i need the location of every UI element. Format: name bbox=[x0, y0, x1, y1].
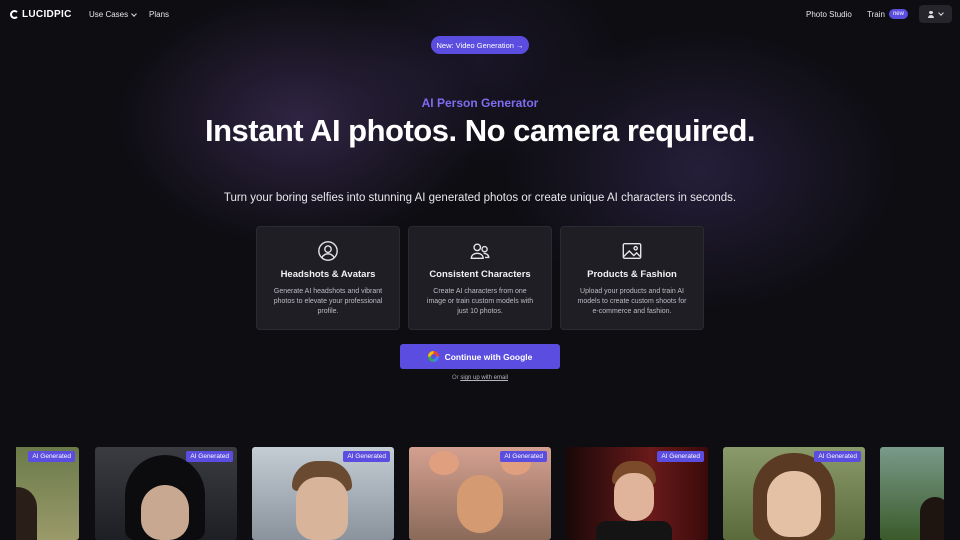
feature-card-products: Products & Fashion Upload your products … bbox=[560, 226, 704, 330]
image-icon bbox=[622, 242, 642, 260]
feature-card-headshots: Headshots & Avatars Generate AI headshot… bbox=[256, 226, 400, 330]
nav-use-cases-label: Use Cases bbox=[89, 10, 129, 19]
gallery-tile[interactable]: AI Generated bbox=[409, 447, 551, 540]
continue-with-google-button[interactable]: Continue with Google bbox=[400, 344, 560, 369]
announcement-pill[interactable]: New: Video Generation → bbox=[431, 36, 529, 54]
nav-photo-studio[interactable]: Photo Studio bbox=[806, 10, 852, 19]
gallery-face bbox=[296, 477, 348, 540]
gallery-face bbox=[614, 473, 654, 521]
gallery-tile[interactable]: AI Generated bbox=[16, 447, 79, 540]
hero-subhead: Turn your boring selfies into stunning A… bbox=[223, 192, 737, 204]
feature-title: Headshots & Avatars bbox=[280, 269, 376, 280]
ai-generated-badge: AI Generated bbox=[186, 451, 233, 462]
feature-desc: Generate AI headshots and vibrant photos… bbox=[273, 288, 383, 315]
hero-eyebrow: AI Person Generator bbox=[421, 96, 539, 110]
user-menu-button[interactable] bbox=[919, 5, 952, 23]
chevron-down-icon bbox=[938, 10, 944, 16]
feature-title: Consistent Characters bbox=[429, 269, 531, 280]
ai-generated-badge: AI Generated bbox=[28, 451, 75, 462]
ai-generated-badge: AI Generated bbox=[814, 451, 861, 462]
nav-train-label: Train bbox=[867, 9, 885, 19]
email-signup-prefix: Or bbox=[451, 375, 459, 381]
gallery-person-silhouette bbox=[920, 497, 944, 540]
top-nav: LUCIDPIC Use Cases Plans Photo Studio Tr… bbox=[0, 0, 960, 30]
sign-up-with-email-link[interactable]: sign up with email bbox=[460, 375, 508, 381]
user-icon bbox=[928, 10, 934, 18]
feature-cards: Headshots & Avatars Generate AI headshot… bbox=[256, 226, 704, 330]
nav-plans-label: Plans bbox=[149, 10, 170, 19]
chevron-down-icon bbox=[131, 10, 137, 17]
new-badge: new bbox=[888, 9, 908, 19]
gallery-tile[interactable]: AI Generated bbox=[723, 447, 865, 540]
user-circle-icon bbox=[318, 241, 338, 261]
gallery-tile[interactable]: AI Generated bbox=[252, 447, 394, 540]
gallery-tile[interactable] bbox=[880, 447, 944, 540]
gallery-face bbox=[457, 475, 503, 533]
users-icon bbox=[470, 243, 490, 260]
nav-use-cases[interactable]: Use Cases bbox=[89, 10, 137, 19]
gallery-tile[interactable]: AI Generated bbox=[95, 447, 237, 540]
feature-desc: Create AI characters from one image or t… bbox=[426, 288, 534, 315]
google-icon bbox=[427, 351, 439, 362]
feature-title: Products & Fashion bbox=[587, 269, 677, 280]
nav-plans[interactable]: Plans bbox=[149, 10, 169, 19]
nav-train[interactable]: Train new bbox=[867, 9, 908, 19]
ai-generated-badge: AI Generated bbox=[657, 451, 704, 462]
hero-headline: Instant AI photos. No camera required. bbox=[204, 113, 756, 148]
gallery-hand bbox=[429, 451, 459, 475]
gallery-face bbox=[141, 485, 189, 540]
example-gallery: AI Generated AI Generated AI Generated A… bbox=[16, 447, 944, 540]
ai-generated-badge: AI Generated bbox=[500, 451, 547, 462]
gallery-suit bbox=[596, 521, 672, 540]
nav-photo-studio-label: Photo Studio bbox=[806, 10, 852, 19]
logo[interactable]: LUCIDPIC bbox=[10, 9, 72, 20]
gallery-face bbox=[767, 471, 821, 537]
continue-with-google-label: Continue with Google bbox=[444, 351, 533, 362]
feature-card-characters: Consistent Characters Create AI characte… bbox=[408, 226, 552, 330]
feature-desc: Upload your products and train AI models… bbox=[577, 288, 687, 315]
ai-generated-badge: AI Generated bbox=[343, 451, 390, 462]
logo-text: LUCIDPIC bbox=[22, 9, 72, 20]
email-signup-line: Or sign up with email bbox=[0, 375, 960, 381]
gallery-tile[interactable]: AI Generated bbox=[566, 447, 708, 540]
logo-mark-icon bbox=[10, 10, 19, 19]
